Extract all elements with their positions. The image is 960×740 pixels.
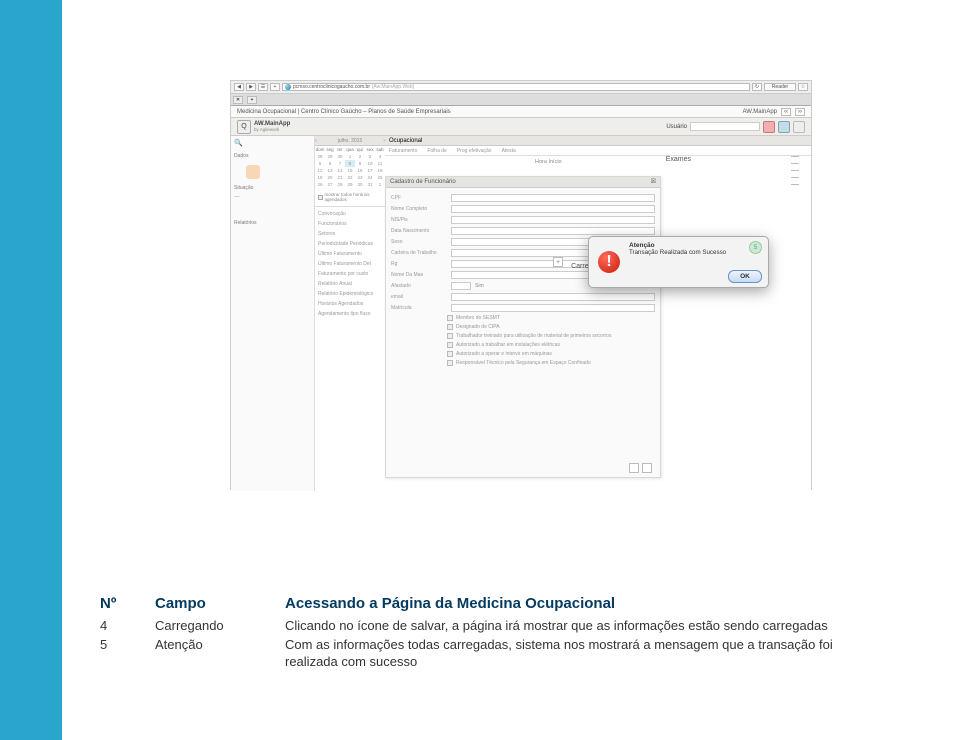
calendar-month[interactable]: ‹julho, 2015› (315, 136, 385, 146)
th-num: Nº (100, 595, 155, 612)
globe-icon (285, 84, 291, 90)
side-markers (791, 156, 799, 185)
report-item[interactable]: Convocação (315, 209, 385, 219)
tab-close-button[interactable]: ✕ (233, 96, 243, 104)
cancel-icon[interactable] (642, 463, 652, 473)
email-input[interactable] (451, 293, 655, 301)
cadastro-checkbox[interactable]: Designado de CIPA (447, 324, 655, 330)
report-item[interactable]: Faturamento por custo (315, 269, 385, 279)
save-icon[interactable] (629, 463, 639, 473)
ok-button[interactable]: OK (728, 270, 762, 283)
exams-label: Exames (666, 156, 691, 163)
nome-input[interactable] (451, 205, 655, 213)
alert-title: Atenção (629, 242, 762, 249)
th-campo: Campo (155, 595, 285, 612)
help-icon[interactable] (778, 121, 790, 133)
app-header: Q AW.MainApp by Agilework Usuário (231, 118, 811, 136)
document-margin-strip (0, 0, 62, 740)
left-sidebar: 🔍 Dados Situação — Relatórios (231, 136, 315, 491)
report-item[interactable]: Último Faturamento Det (315, 259, 385, 269)
cadastro-checkbox[interactable]: Membro do SESMT (447, 315, 655, 321)
tab[interactable]: Faturamento (389, 148, 417, 154)
table-row: 4CarregandoClicando no ícone de salvar, … (100, 618, 880, 635)
tab-new-button[interactable]: + (247, 96, 257, 104)
reload-button[interactable]: ↻ (752, 83, 762, 91)
table-row: 5AtençãoCom as informações todas carrega… (100, 637, 880, 671)
close-app-icon[interactable] (793, 121, 805, 133)
tab[interactable]: Prog efetivação (457, 148, 492, 154)
alert-count: 5 (749, 241, 762, 254)
report-item[interactable]: Relatório Anual (315, 279, 385, 289)
url-suffix: [Aw.MainApp.Web] (372, 84, 414, 91)
expand-icon[interactable]: + (553, 257, 563, 267)
tab-strip: ✕ + (231, 94, 811, 106)
content-area: 🔍 Dados Situação — Relatórios ‹julho, 20… (231, 136, 811, 491)
instruction-table: Nº Campo Acessando a Página da Medicina … (100, 595, 880, 673)
back-button[interactable]: ◀ (234, 83, 244, 91)
nis-input[interactable] (451, 216, 655, 224)
add-button[interactable]: + (270, 83, 280, 91)
cadastro-checkbox[interactable]: Responsável Técnico pela Segurança em Es… (447, 360, 655, 366)
sidebar-dados: Dados (234, 153, 311, 159)
cadastro-panel: Cadastro de Funcionário☒ CPFNome Complet… (385, 176, 661, 478)
cpf-input[interactable] (451, 194, 655, 202)
tab[interactable]: Folha de (427, 148, 446, 154)
forward-button[interactable]: ▶ (246, 83, 256, 91)
header-red-icon[interactable] (763, 121, 775, 133)
report-item[interactable]: Setores (315, 229, 385, 239)
cadastro-checkbox[interactable]: Trabalhador treinado para utilização de … (447, 333, 655, 339)
matricula-input[interactable] (451, 304, 655, 312)
browser-toolbar: ◀ ▶ ☰ + pcmso.centroclinicogaucho.com.br… (231, 81, 811, 94)
cadastro-title: Cadastro de Funcionário (390, 177, 456, 187)
url-text: pcmso.centroclinicogaucho.com.br (293, 84, 370, 91)
pager-next-icon[interactable]: ›› (795, 108, 805, 116)
cadastro-checkbox[interactable]: Autorizado a operar e intervir em máquin… (447, 351, 655, 357)
tab[interactable]: Atesta (502, 148, 516, 154)
report-item[interactable]: Horários Agendados (315, 299, 385, 309)
report-item[interactable]: Funcionários (315, 219, 385, 229)
cadastro-checkbox[interactable]: Autorizado a trabalhar em instalações el… (447, 342, 655, 348)
alert-modal: + ! Atenção Transação Realizada com Suce… (588, 236, 769, 288)
avatar (246, 165, 260, 179)
user-input[interactable] (690, 122, 760, 131)
sidebar-relatorios: Relatórios (234, 220, 311, 226)
report-item[interactable]: Periodicidade Periódicas (315, 239, 385, 249)
breadcrumb-text: Medicina Ocupacional | Centro Clínico Ga… (237, 109, 451, 115)
report-list: ConvocaçãoFuncionáriosSetoresPeriodicida… (315, 206, 385, 319)
url-bar[interactable]: pcmso.centroclinicogaucho.com.br [Aw.Mai… (282, 83, 750, 91)
hora-label: Hora Início (535, 159, 562, 165)
th-desc: Acessando a Página da Medicina Ocupacion… (285, 595, 880, 612)
panel-title: Ocupacional (385, 136, 811, 146)
calendar-checkbox[interactable]: mostrar todos horários agendados (318, 192, 382, 202)
report-item[interactable]: Agendamento tipo fluxo (315, 309, 385, 319)
calendar-grid[interactable]: domsegterquaquisexsab2829301234567891011… (315, 146, 385, 188)
afastado-input[interactable] (451, 282, 471, 290)
app-logo: Q AW.MainApp by Agilework (237, 120, 290, 134)
app-screenshot: ◀ ▶ ☰ + pcmso.centroclinicogaucho.com.br… (230, 80, 812, 490)
cadastro-footer-icons (629, 463, 652, 473)
calendar-column: ‹julho, 2015› domsegterquaquisexsab28293… (315, 136, 385, 491)
reader-button[interactable]: Reader (764, 83, 796, 91)
report-item[interactable]: Último Faturamento (315, 249, 385, 259)
cadastro-close-icon[interactable]: ☒ (651, 177, 656, 187)
main-panel: Ocupacional Faturamento Folha de Prog efet… (385, 136, 811, 491)
bookmark-button[interactable]: ☆ (798, 83, 808, 91)
logo-icon: Q (237, 120, 251, 134)
report-item[interactable]: Relatório Epidemiológico (315, 289, 385, 299)
panel-tabs: Faturamento Folha de Prog efetivação Atesta (385, 146, 811, 156)
alert-message: Transação Realizada com Sucesso (629, 249, 762, 256)
breadcrumb-app: AW.MainApp (743, 109, 777, 115)
data-input[interactable] (451, 227, 655, 235)
alert-icon: ! (598, 251, 620, 273)
breadcrumb: Medicina Ocupacional | Centro Clínico Ga… (231, 106, 811, 118)
user-label: Usuário (666, 124, 687, 130)
app-by: by Agilework (254, 127, 290, 132)
pager-prev-icon[interactable]: ‹‹ (781, 108, 791, 116)
grid-button[interactable]: ☰ (258, 83, 268, 91)
sidebar-situacao: Situação (234, 185, 311, 191)
